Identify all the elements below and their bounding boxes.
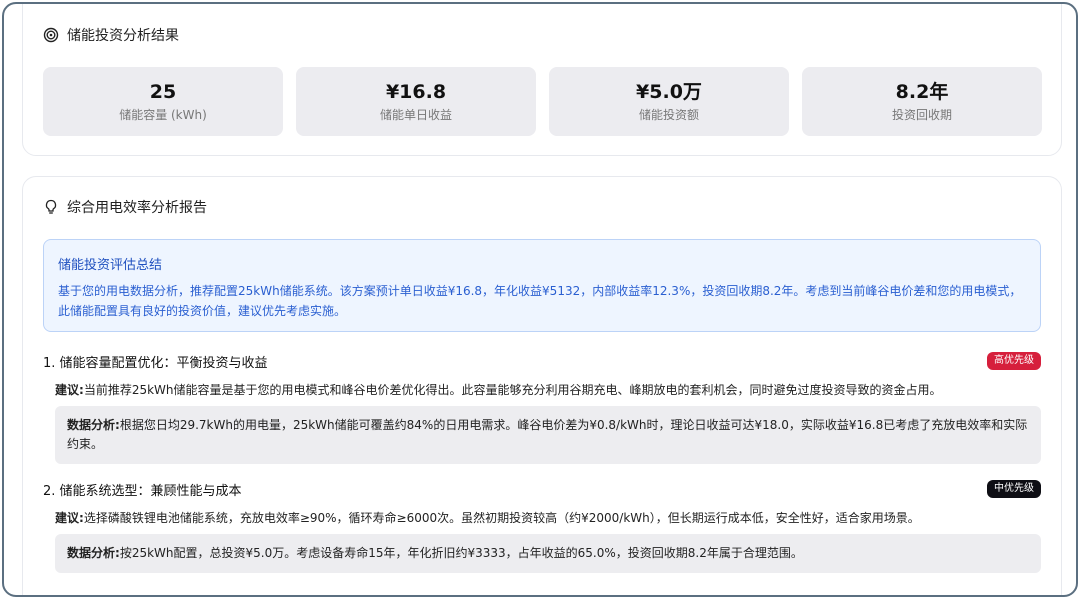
stat-daily-revenue: ¥16.8 储能单日收益 xyxy=(296,67,536,136)
stat-label: 储能投资额 xyxy=(638,108,699,122)
report-card: 综合用电效率分析报告 储能投资评估总结 基于您的用电数据分析，推荐配置25kWh… xyxy=(22,176,1062,595)
analysis-box: 数据分析:按25kWh配置，总投资¥5.0万。考虑设备寿命15年，年化折旧约¥3… xyxy=(55,534,1041,573)
target-icon xyxy=(43,27,59,43)
stat-value: ¥5.0万 xyxy=(636,81,702,103)
result-card-header: 储能投资分析结果 xyxy=(43,25,179,45)
stats-row: 25 储能容量 (kWh) ¥16.8 储能单日收益 ¥5.0万 储能投资额 8… xyxy=(43,67,1042,136)
recommendation-title: 1. 储能容量配置优化：平衡投资与收益 xyxy=(43,355,268,371)
lightbulb-icon xyxy=(45,199,57,214)
summary-title: 储能投资评估总结 xyxy=(58,258,163,273)
analysis-box: 数据分析:根据您日均29.7kWh的用电量，25kWh储能可覆盖约84%的日用电… xyxy=(55,406,1041,464)
recommendation-suggestion: 建议:选择磷酸铁锂电池储能系统，充放电效率≥90%，循环寿命≥6000次。虽然初… xyxy=(55,509,1041,526)
suggestion-label: 建议: xyxy=(55,511,84,525)
analysis-label: 数据分析: xyxy=(67,418,120,432)
app-frame: 储能投资分析结果 25 储能容量 (kWh) ¥16.8 储能单日收益 ¥5.0… xyxy=(2,2,1078,597)
result-card: 储能投资分析结果 25 储能容量 (kWh) ¥16.8 储能单日收益 ¥5.0… xyxy=(22,4,1062,156)
summary-text: 基于您的用电数据分析，推荐配置25kWh储能系统。该方案预计单日收益¥16.8，… xyxy=(58,284,1022,318)
stat-investment: ¥5.0万 储能投资额 xyxy=(549,67,789,136)
analysis-label: 数据分析: xyxy=(67,546,120,560)
stat-value: ¥16.8 xyxy=(385,81,447,103)
stat-label: 储能单日收益 xyxy=(379,108,452,122)
report-card-title: 综合用电效率分析报告 xyxy=(67,200,207,216)
priority-badge: 高优先级 xyxy=(987,352,1041,370)
suggestion-label: 建议: xyxy=(55,383,84,397)
priority-badge: 中优先级 xyxy=(987,480,1041,498)
report-card-header: 综合用电效率分析报告 xyxy=(43,197,207,217)
analysis-text: 根据您日均29.7kWh的用电量，25kWh储能可覆盖约84%的日用电需求。峰谷… xyxy=(67,418,1028,451)
suggestion-text: 选择磷酸铁锂电池储能系统，充放电效率≥90%，循环寿命≥6000次。虽然初期投资… xyxy=(83,511,920,525)
stat-value: 25 xyxy=(149,81,177,103)
stat-label: 储能容量 (kWh) xyxy=(119,108,207,122)
result-card-title: 储能投资分析结果 xyxy=(67,28,179,44)
recommendation-item: 2. 储能系统选型：兼顾性能与成本 中优先级 建议:选择磷酸铁锂电池储能系统，充… xyxy=(43,479,1041,573)
recommendation-suggestion: 建议:当前推荐25kWh储能容量是基于您的用电模式和峰谷电价差优化得出。此容量能… xyxy=(55,381,1041,398)
recommendation-item: 1. 储能容量配置优化：平衡投资与收益 高优先级 建议:当前推荐25kWh储能容… xyxy=(43,351,1041,464)
recommendation-title: 2. 储能系统选型：兼顾性能与成本 xyxy=(43,483,242,499)
stat-label: 投资回收期 xyxy=(891,108,952,122)
suggestion-text: 当前推荐25kWh储能容量是基于您的用电模式和峰谷电价差优化得出。此容量能够充分… xyxy=(83,383,942,397)
stat-payback: 8.2年 投资回收期 xyxy=(802,67,1042,136)
stat-value: 8.2年 xyxy=(895,81,949,103)
summary-box: 储能投资评估总结 基于您的用电数据分析，推荐配置25kWh储能系统。该方案预计单… xyxy=(43,239,1041,332)
analysis-text: 按25kWh配置，总投资¥5.0万。考虑设备寿命15年，年化折旧约¥3333，占… xyxy=(119,546,803,560)
stat-capacity: 25 储能容量 (kWh) xyxy=(43,67,283,136)
